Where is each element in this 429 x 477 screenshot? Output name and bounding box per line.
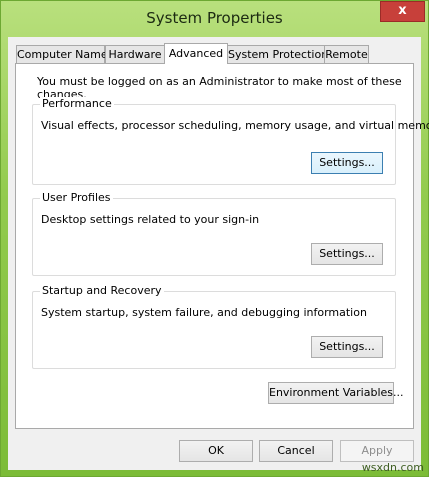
window-title: System Properties (146, 9, 283, 27)
dialog-client-area: Computer Name Hardware Advanced System P… (8, 37, 429, 470)
close-button[interactable]: x (380, 1, 425, 22)
apply-button[interactable]: Apply (340, 440, 414, 462)
performance-title: Performance (40, 97, 114, 110)
user-profiles-description: Desktop settings related to your sign-in (41, 213, 260, 226)
tab-label: Remote (325, 48, 368, 61)
startup-recovery-title: Startup and Recovery (40, 284, 164, 297)
performance-settings-button[interactable]: Settings... (311, 152, 383, 174)
tab-hardware[interactable]: Hardware (105, 45, 165, 63)
user-profiles-settings-button[interactable]: Settings... (311, 243, 383, 265)
performance-group: Performance Visual effects, processor sc… (32, 97, 429, 185)
cancel-button[interactable]: Cancel (259, 440, 333, 462)
tab-advanced[interactable]: Advanced (164, 43, 228, 64)
advanced-tab-panel: You must be logged on as an Administrato… (15, 63, 429, 429)
tab-system-protection[interactable]: System Protection (227, 45, 329, 63)
startup-recovery-group: Startup and Recovery System startup, sys… (32, 284, 396, 369)
tab-label: Computer Name (17, 48, 108, 61)
tab-label: System Protection (228, 48, 329, 61)
close-icon: x (398, 3, 407, 18)
startup-recovery-settings-button[interactable]: Settings... (311, 336, 383, 358)
system-properties-window: System Properties x Computer Name Hardwa… (0, 0, 429, 477)
tab-remote[interactable]: Remote (324, 45, 369, 63)
tab-label: Advanced (168, 47, 224, 60)
environment-variables-button[interactable]: Environment Variables... (268, 382, 404, 404)
watermark-text: wsxdn.com (361, 461, 424, 474)
user-profiles-title: User Profiles (40, 191, 113, 204)
title-bar[interactable]: System Properties x (1, 1, 428, 37)
performance-description: Visual effects, processor scheduling, me… (41, 119, 429, 132)
user-profiles-group: User Profiles Desktop settings related t… (32, 191, 396, 276)
ok-button[interactable]: OK (179, 440, 253, 462)
startup-recovery-description: System startup, system failure, and debu… (41, 306, 367, 319)
tab-computer-name[interactable]: Computer Name (16, 45, 108, 63)
tab-label: Hardware (108, 48, 162, 61)
